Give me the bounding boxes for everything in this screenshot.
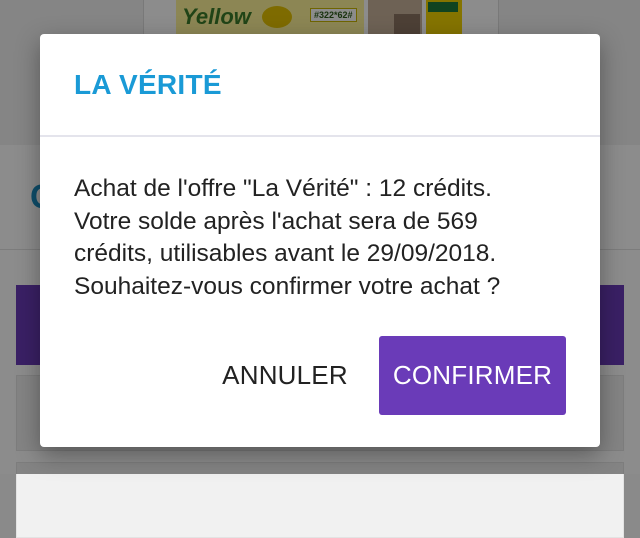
- confirm-purchase-dialog: LA VÉRITÉ Achat de l'offre "La Vérité" :…: [40, 34, 600, 447]
- message-line-1: Achat de l'offre "La Vérité" : 12 crédit…: [74, 175, 492, 202]
- message-line-2: Votre solde après l'achat sera de 569: [74, 207, 478, 235]
- dialog-title: LA VÉRITÉ: [74, 69, 222, 100]
- dialog-divider: [40, 135, 600, 137]
- message-line-4: Souhaitez-vous confirmer votre achat ?: [74, 272, 501, 300]
- dialog-message: Achat de l'offre "La Vérité" : 12 crédit…: [74, 173, 574, 303]
- confirm-button[interactable]: CONFIRMER: [379, 336, 566, 415]
- message-line-3: crédits, utilisables avant le 29/09/2018…: [74, 240, 497, 267]
- cancel-button[interactable]: ANNULER: [210, 336, 360, 415]
